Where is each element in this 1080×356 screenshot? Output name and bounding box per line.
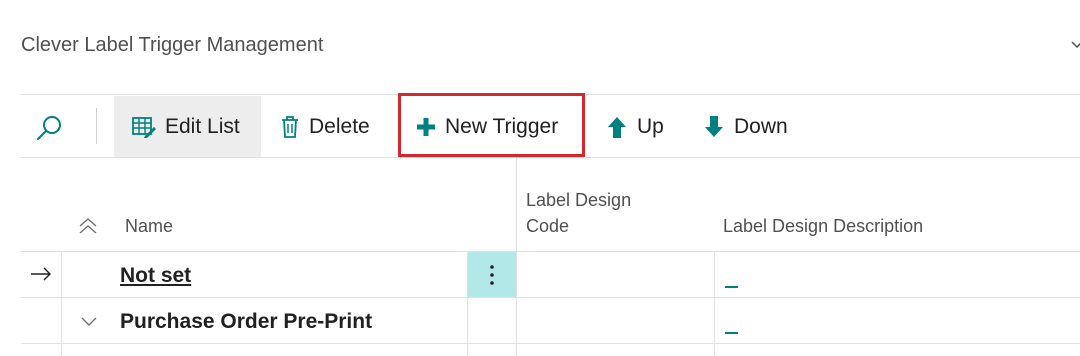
edit-list-label: Edit List bbox=[165, 115, 240, 138]
row-divider bbox=[21, 297, 1080, 298]
row-name[interactable]: Purchase Order Pre-Print bbox=[120, 310, 372, 334]
column-divider bbox=[714, 251, 715, 356]
edit-list-icon bbox=[132, 117, 156, 138]
column-header-line: Label Design bbox=[526, 190, 632, 210]
down-label: Down bbox=[734, 115, 788, 138]
arrow-right-icon bbox=[31, 267, 51, 281]
chevron-down-icon[interactable] bbox=[1070, 40, 1080, 50]
up-label: Up bbox=[637, 115, 664, 138]
row-name-link[interactable]: Not set bbox=[120, 264, 191, 288]
delete-button[interactable]: Delete bbox=[280, 96, 370, 158]
down-button[interactable]: Down bbox=[703, 96, 788, 158]
trash-icon bbox=[282, 116, 298, 138]
column-divider bbox=[61, 251, 62, 356]
row-description-link[interactable] bbox=[725, 332, 738, 334]
page-title: Clever Label Trigger Management bbox=[21, 34, 324, 56]
column-header-label-design-description[interactable]: Label Design Description bbox=[723, 213, 923, 239]
toolbar-separator bbox=[96, 108, 97, 144]
search-icon[interactable] bbox=[35, 114, 65, 144]
collapse-all-icon[interactable] bbox=[78, 217, 98, 235]
more-options-icon bbox=[490, 264, 494, 285]
delete-label: Delete bbox=[309, 115, 370, 138]
column-header-line: Code bbox=[526, 216, 570, 236]
arrow-down-icon bbox=[705, 116, 723, 137]
edit-list-button[interactable]: Edit List bbox=[114, 96, 261, 158]
row-divider bbox=[21, 251, 1080, 252]
column-header-name[interactable]: Name bbox=[125, 213, 173, 239]
arrow-up-icon bbox=[608, 117, 626, 138]
row-actions-button[interactable] bbox=[468, 252, 516, 297]
column-divider bbox=[516, 158, 517, 356]
divider bbox=[21, 157, 1080, 158]
row-divider bbox=[21, 343, 1080, 344]
row-description-link[interactable] bbox=[725, 286, 738, 288]
new-trigger-highlight bbox=[398, 93, 585, 157]
chevron-down-icon[interactable] bbox=[80, 316, 98, 327]
up-button[interactable]: Up bbox=[606, 96, 664, 158]
column-header-label-design-code[interactable]: Label Design Code bbox=[526, 187, 631, 239]
